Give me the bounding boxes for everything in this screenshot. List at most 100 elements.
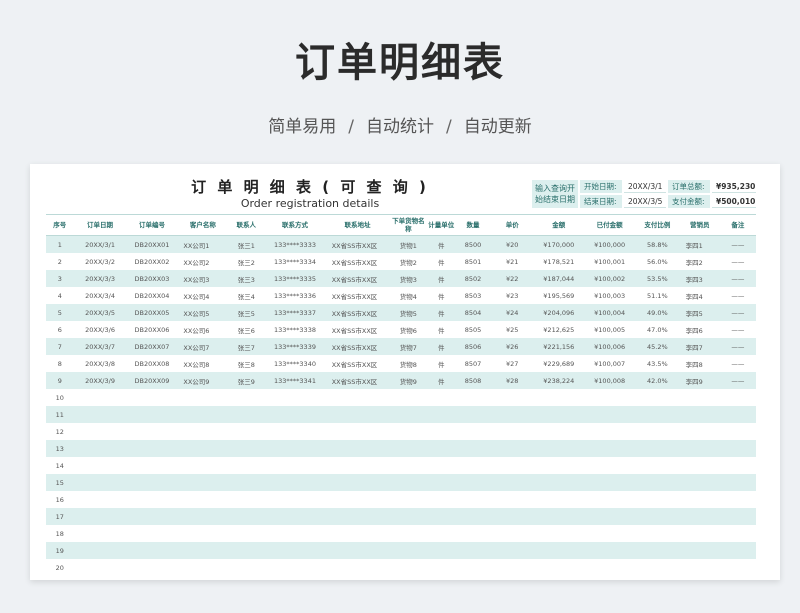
table-cell[interactable]: ——: [719, 321, 756, 338]
table-cell[interactable]: ——: [719, 355, 756, 372]
table-cell[interactable]: [389, 406, 428, 423]
table-cell[interactable]: [679, 559, 720, 576]
table-cell[interactable]: [679, 423, 720, 440]
table-cell[interactable]: [719, 457, 756, 474]
table-cell[interactable]: 20XX/3/7: [73, 338, 127, 355]
table-cell[interactable]: 李四2: [679, 253, 720, 270]
table-cell[interactable]: 张三7: [228, 338, 265, 355]
table-cell[interactable]: [635, 525, 680, 542]
table-cell[interactable]: XX公司7: [177, 338, 229, 355]
table-cell[interactable]: ¥21: [491, 253, 534, 270]
table-cell[interactable]: XX公司8: [177, 355, 229, 372]
table-cell[interactable]: [73, 406, 127, 423]
table-cell[interactable]: 20XX/3/4: [73, 287, 127, 304]
table-cell[interactable]: [264, 423, 326, 440]
table-cell[interactable]: [228, 559, 265, 576]
table-cell[interactable]: XX公司1: [177, 235, 229, 253]
table-cell[interactable]: ¥212,625: [533, 321, 585, 338]
table-cell[interactable]: [389, 457, 428, 474]
table-cell[interactable]: [427, 559, 455, 576]
table-cell[interactable]: 件: [427, 304, 455, 321]
table-cell[interactable]: [533, 508, 585, 525]
table-cell[interactable]: [177, 491, 229, 508]
table-cell[interactable]: ¥204,096: [533, 304, 585, 321]
table-cell[interactable]: 张三3: [228, 270, 265, 287]
table-cell[interactable]: 李四1: [679, 235, 720, 253]
table-cell[interactable]: 李四5: [679, 304, 720, 321]
table-cell[interactable]: [325, 491, 390, 508]
table-cell[interactable]: 56.0%: [635, 253, 680, 270]
table-cell[interactable]: [719, 491, 756, 508]
table-cell[interactable]: ¥100,006: [584, 338, 636, 355]
table-cell[interactable]: [73, 508, 127, 525]
table-cell[interactable]: 20XX/3/1: [73, 235, 127, 253]
table-cell[interactable]: [679, 542, 720, 559]
table-cell[interactable]: [635, 389, 680, 406]
table-cell[interactable]: ¥24: [491, 304, 534, 321]
table-cell[interactable]: DB20XX01: [126, 235, 178, 253]
table-cell[interactable]: [427, 423, 455, 440]
table-cell[interactable]: [228, 423, 265, 440]
table-cell[interactable]: ¥187,044: [533, 270, 585, 287]
table-cell[interactable]: ¥170,000: [533, 235, 585, 253]
table-cell[interactable]: [719, 406, 756, 423]
table-cell[interactable]: [635, 457, 680, 474]
table-cell[interactable]: 19: [46, 542, 74, 559]
table-cell[interactable]: 货物3: [389, 270, 428, 287]
table-cell[interactable]: ¥100,003: [584, 287, 636, 304]
table-cell[interactable]: 3: [46, 270, 74, 287]
table-cell[interactable]: [584, 389, 636, 406]
table-cell[interactable]: [264, 491, 326, 508]
table-cell[interactable]: [491, 423, 534, 440]
table-cell[interactable]: ——: [719, 287, 756, 304]
table-cell[interactable]: [389, 542, 428, 559]
table-cell[interactable]: [264, 559, 326, 576]
table-cell[interactable]: [584, 423, 636, 440]
table-cell[interactable]: [635, 508, 680, 525]
table-cell[interactable]: [454, 423, 491, 440]
table-cell[interactable]: DB20XX05: [126, 304, 178, 321]
table-cell[interactable]: [533, 423, 585, 440]
table-cell[interactable]: [679, 457, 720, 474]
table-cell[interactable]: 李四4: [679, 287, 720, 304]
table-cell[interactable]: 件: [427, 235, 455, 253]
table-cell[interactable]: [73, 423, 127, 440]
table-cell[interactable]: 133****3335: [264, 270, 326, 287]
table-cell[interactable]: XX公司6: [177, 321, 229, 338]
table-cell[interactable]: XX省SS市XX区: [325, 304, 390, 321]
table-cell[interactable]: ¥100,005: [584, 321, 636, 338]
table-cell[interactable]: [126, 423, 178, 440]
table-cell[interactable]: [427, 457, 455, 474]
table-cell[interactable]: [126, 559, 178, 576]
table-cell[interactable]: [325, 440, 390, 457]
table-cell[interactable]: [389, 491, 428, 508]
table-cell[interactable]: [491, 389, 534, 406]
table-cell[interactable]: 10: [46, 389, 74, 406]
table-cell[interactable]: [635, 440, 680, 457]
table-cell[interactable]: [73, 389, 127, 406]
table-cell[interactable]: 李四7: [679, 338, 720, 355]
table-cell[interactable]: [635, 406, 680, 423]
table-cell[interactable]: [533, 440, 585, 457]
table-cell[interactable]: [325, 474, 390, 491]
table-cell[interactable]: 11: [46, 406, 74, 423]
table-cell[interactable]: [635, 559, 680, 576]
table-cell[interactable]: XX省SS市XX区: [325, 321, 390, 338]
table-cell[interactable]: [325, 406, 390, 423]
table-cell[interactable]: [491, 474, 534, 491]
table-cell[interactable]: 20XX/3/9: [73, 372, 127, 389]
table-cell[interactable]: 8507: [454, 355, 491, 372]
table-cell[interactable]: [73, 491, 127, 508]
table-cell[interactable]: [679, 508, 720, 525]
table-cell[interactable]: ¥238,224: [533, 372, 585, 389]
table-cell[interactable]: 张三4: [228, 287, 265, 304]
table-cell[interactable]: [427, 508, 455, 525]
table-cell[interactable]: XX公司4: [177, 287, 229, 304]
table-cell[interactable]: [454, 559, 491, 576]
table-cell[interactable]: ——: [719, 253, 756, 270]
table-cell[interactable]: 5: [46, 304, 74, 321]
table-cell[interactable]: [679, 491, 720, 508]
table-cell[interactable]: [228, 389, 265, 406]
table-cell[interactable]: [491, 457, 534, 474]
table-cell[interactable]: ——: [719, 270, 756, 287]
